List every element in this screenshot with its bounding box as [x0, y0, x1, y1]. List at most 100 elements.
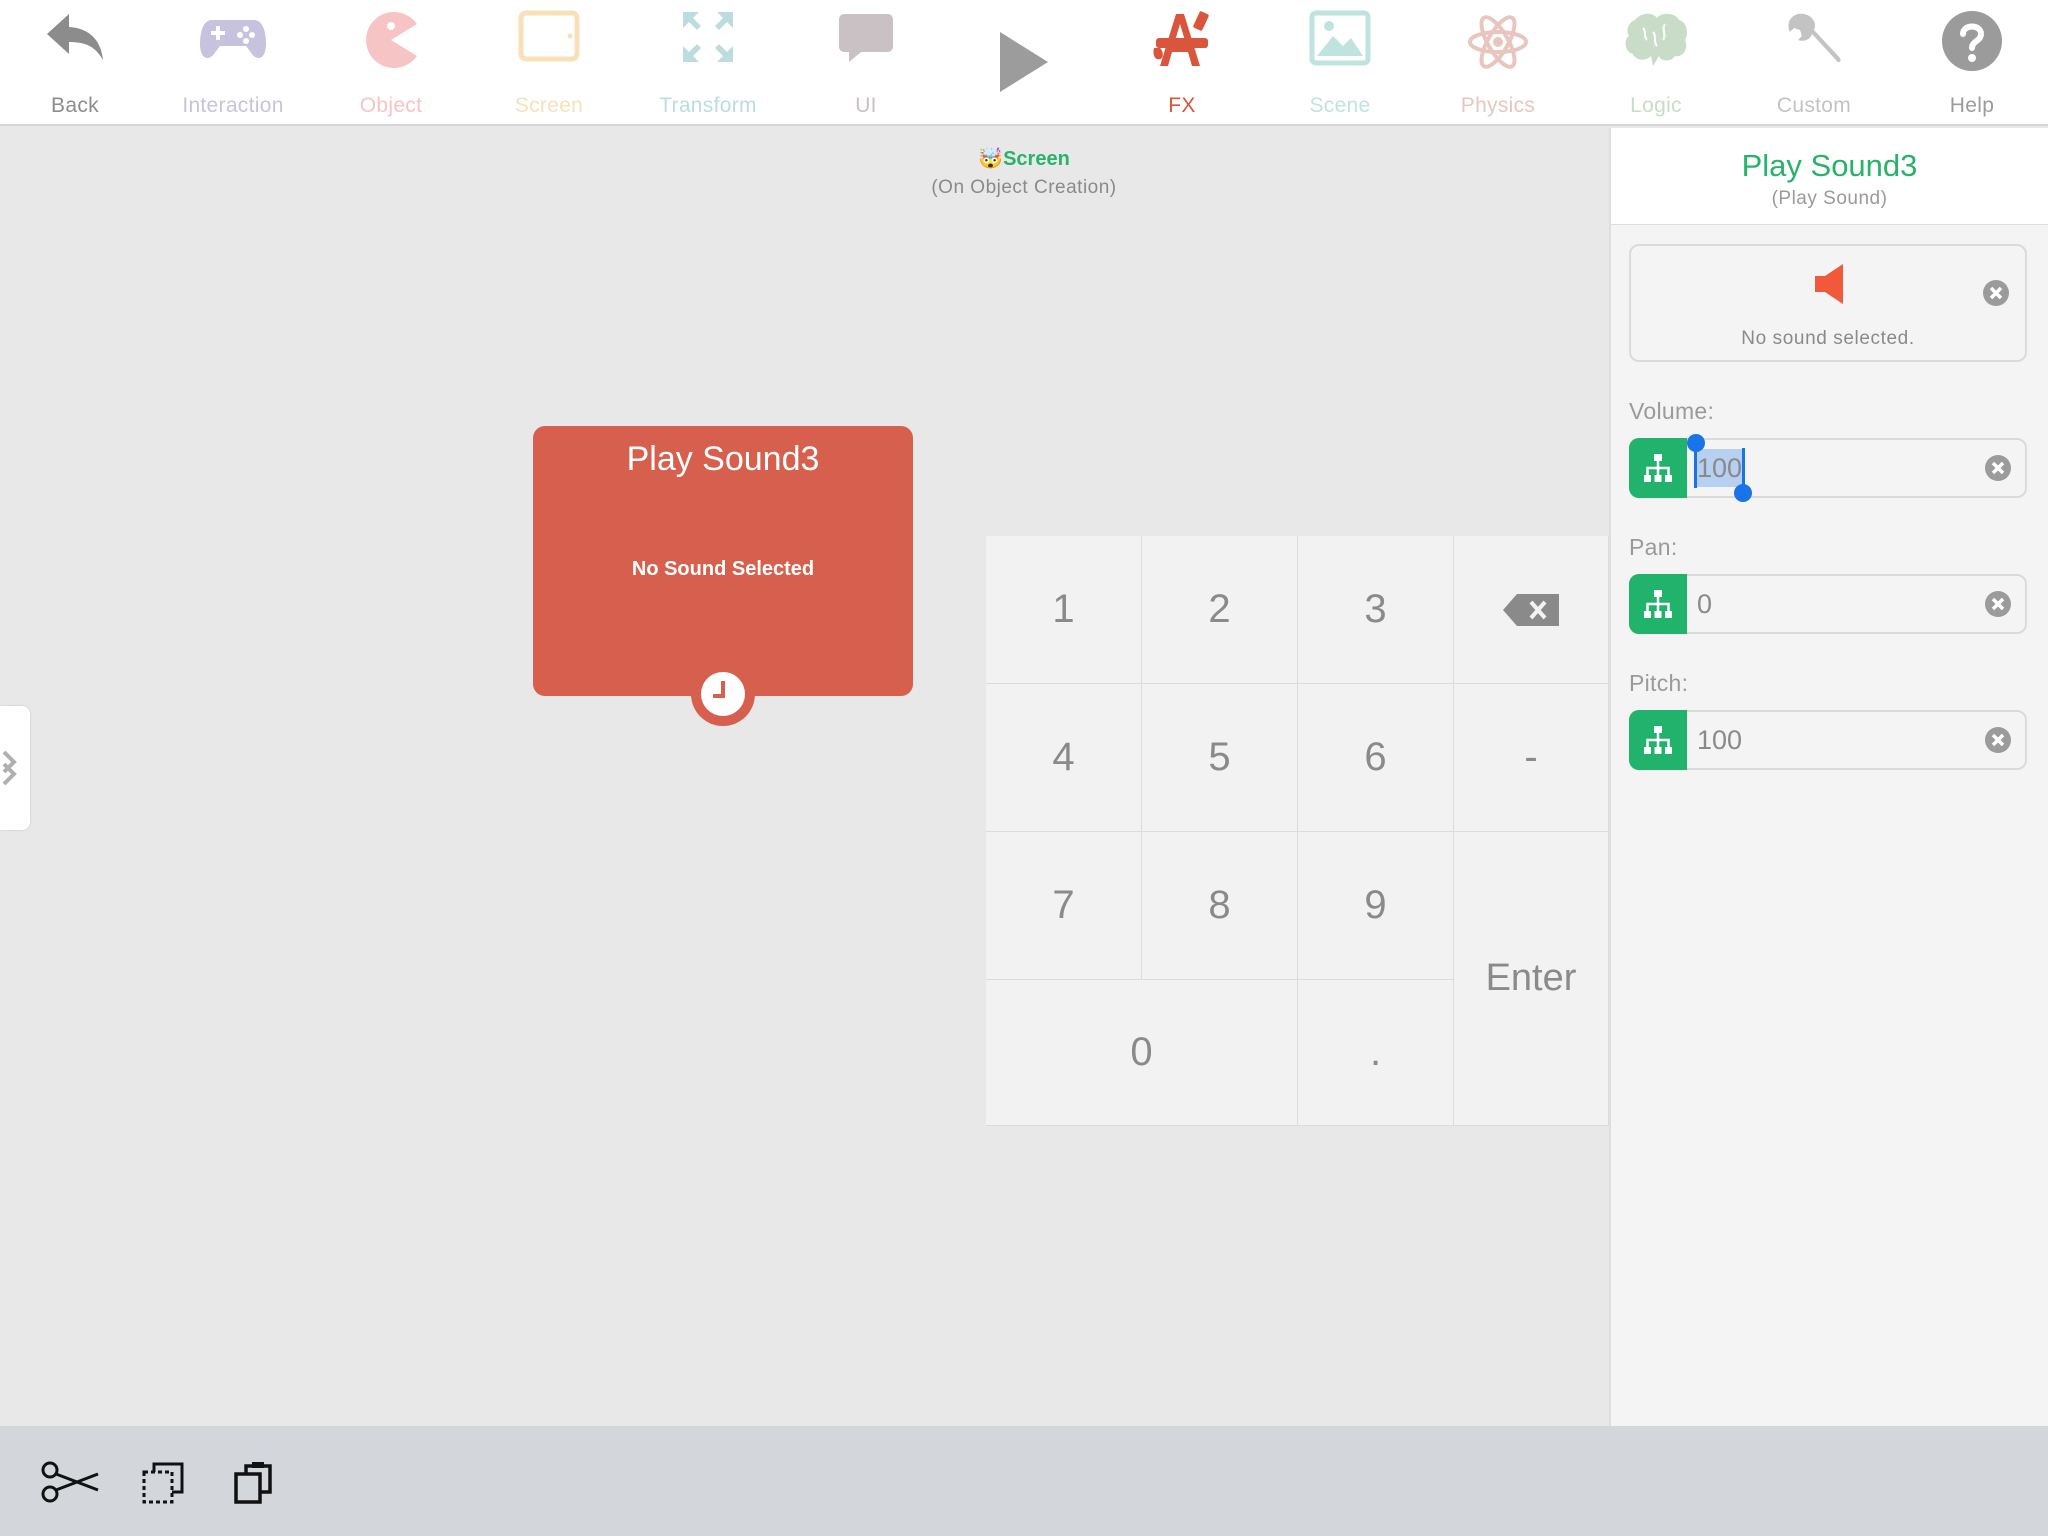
- properties-panel: Play Sound3 (Play Sound) No sound select…: [1609, 128, 2048, 1426]
- toolbar-back-button[interactable]: Back: [0, 0, 154, 124]
- pan-label: Pan:: [1629, 534, 1678, 560]
- pitch-variable-button[interactable]: [1629, 710, 1687, 770]
- toolbar-label: Back: [51, 94, 99, 117]
- toolbar-label: Physics: [1460, 94, 1536, 117]
- panel-subtitle: (Play Sound): [1771, 188, 1888, 209]
- key-2[interactable]: 2: [1142, 536, 1298, 684]
- toolbar-scene-button[interactable]: Scene: [1261, 0, 1419, 124]
- volume-label: Volume:: [1629, 398, 1715, 424]
- key-backspace[interactable]: [1454, 536, 1609, 684]
- toolbar-label: Transform: [659, 94, 757, 117]
- top-toolbar: Back Interaction Object Screen Transform…: [0, 0, 2048, 126]
- image-icon: [1309, 10, 1371, 66]
- toolbar-label: Interaction: [182, 94, 284, 117]
- bottom-edit-bar: [0, 1426, 2048, 1536]
- context-title-text: Screen: [1003, 148, 1070, 170]
- toolbar-help-button[interactable]: Help: [1893, 0, 2048, 124]
- toolbar-label: FX: [1168, 94, 1196, 117]
- tablet-icon: [518, 10, 580, 62]
- volume-value[interactable]: 100: [1697, 453, 1742, 484]
- key-enter[interactable]: Enter: [1454, 832, 1609, 1126]
- volume-variable-button[interactable]: [1629, 438, 1687, 498]
- scissors-icon: [41, 1461, 99, 1503]
- paste-icon: [234, 1462, 272, 1504]
- pitch-label: Pitch:: [1629, 670, 1689, 696]
- node-subtitle: No Sound Selected: [631, 558, 815, 580]
- brain-icon: [1625, 13, 1687, 67]
- pan-field[interactable]: 0: [1629, 574, 2027, 634]
- question-icon: [1942, 11, 2002, 71]
- key-1[interactable]: 1: [986, 536, 1142, 684]
- key-0[interactable]: 0: [986, 980, 1298, 1126]
- atom-icon: [1468, 15, 1528, 69]
- clear-pan-button[interactable]: [1985, 591, 2011, 617]
- gamepad-icon: [200, 20, 266, 59]
- pan-variable-button[interactable]: [1629, 574, 1687, 634]
- speech-bubble-icon: [839, 14, 893, 62]
- chevron-right-icon: [2, 750, 17, 786]
- toolbar-screen-button[interactable]: Screen: [470, 0, 628, 124]
- fx-brush-icon: [1153, 11, 1209, 66]
- hierarchy-icon: [1644, 726, 1672, 754]
- pan-value[interactable]: 0: [1697, 589, 1712, 620]
- key-7[interactable]: 7: [986, 832, 1142, 980]
- pitch-field[interactable]: 100: [1629, 710, 2027, 770]
- clear-pitch-button[interactable]: [1985, 727, 2011, 753]
- expand-arrows-icon: [683, 12, 733, 62]
- play-icon: [1000, 32, 1048, 92]
- key-3[interactable]: 3: [1298, 536, 1454, 684]
- clock-icon: [701, 672, 745, 716]
- toolbar-object-button[interactable]: Object: [312, 0, 470, 124]
- toolbar-label: Help: [1949, 94, 1995, 117]
- toolbar-label: Custom: [1776, 94, 1852, 117]
- node-title: Play Sound3: [626, 440, 820, 478]
- context-emoji: 🤯: [978, 148, 1004, 170]
- side-drawer-handle[interactable]: [0, 706, 30, 830]
- toolbar-physics-button[interactable]: Physics: [1419, 0, 1577, 124]
- toolbar-label: Logic: [1630, 94, 1682, 117]
- toolbar-label: UI: [855, 94, 877, 117]
- sound-picker[interactable]: No sound selected.: [1629, 244, 2027, 362]
- toolbar-play-button[interactable]: [945, 0, 1103, 124]
- node-connector[interactable]: [691, 662, 755, 726]
- play-sound-node[interactable]: Play Sound3 No Sound Selected: [533, 426, 913, 726]
- key-6[interactable]: 6: [1298, 684, 1454, 832]
- close-icon: [1989, 286, 2003, 300]
- key-decimal[interactable]: .: [1298, 980, 1454, 1126]
- toolbar-custom-button[interactable]: Custom: [1735, 0, 1893, 124]
- key-minus[interactable]: -: [1454, 684, 1609, 832]
- cut-button[interactable]: [40, 1460, 100, 1509]
- toolbar-interaction-button[interactable]: Interaction: [154, 0, 312, 124]
- close-icon: [1991, 597, 2005, 611]
- pitch-value[interactable]: 100: [1697, 725, 1742, 756]
- key-8[interactable]: 8: [1142, 832, 1298, 980]
- pacman-icon: [366, 11, 417, 68]
- close-icon: [1991, 461, 2005, 475]
- selection-end-handle[interactable]: [1742, 448, 1745, 488]
- wrench-icon: [1788, 13, 1841, 63]
- sound-status-text: No sound selected.: [1741, 328, 1915, 349]
- toolbar-label: Scene: [1309, 94, 1371, 117]
- volume-field[interactable]: 100: [1629, 434, 2027, 502]
- key-5[interactable]: 5: [1142, 684, 1298, 832]
- backspace-icon: [1503, 593, 1559, 626]
- toolbar-fx-button[interactable]: FX: [1103, 0, 1261, 124]
- clear-sound-button[interactable]: [1983, 280, 2009, 306]
- selection-start-knob[interactable]: [1687, 434, 1705, 452]
- hierarchy-icon: [1644, 454, 1672, 482]
- clear-volume-button[interactable]: [1985, 455, 2011, 481]
- copy-icon: [142, 1462, 184, 1504]
- toolbar-ui-button[interactable]: UI: [787, 0, 945, 124]
- copy-button[interactable]: [140, 1460, 186, 1511]
- numeric-keypad: 1 2 3 4 5 6 - 7 8 9 Enter 0 .: [986, 536, 1609, 1126]
- toolbar-transform-button[interactable]: Transform: [629, 0, 787, 124]
- toolbar-logic-button[interactable]: Logic: [1577, 0, 1735, 124]
- paste-button[interactable]: [232, 1460, 274, 1511]
- key-9[interactable]: 9: [1298, 832, 1454, 980]
- panel-header: Play Sound3 (Play Sound): [1611, 128, 2048, 225]
- toolbar-label: Screen: [514, 94, 584, 117]
- close-icon: [1991, 733, 2005, 747]
- toolbar-label: Object: [359, 94, 423, 117]
- key-4[interactable]: 4: [986, 684, 1142, 832]
- selection-end-knob[interactable]: [1734, 484, 1752, 502]
